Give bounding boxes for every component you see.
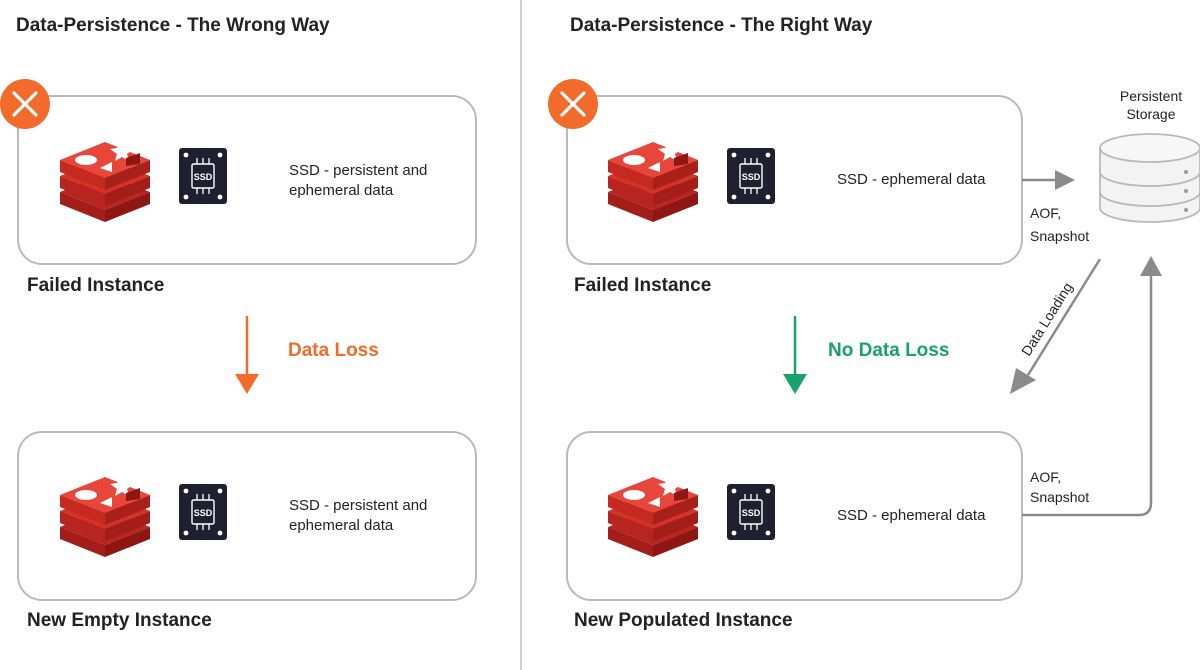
aof-top-line-2: Snapshot [1030,228,1089,244]
storage-label-line-1: Persistent [1120,88,1182,104]
left-failed-instance: SSD SSD - persistent and ephemeral data [17,95,477,265]
right-panel-title: Data-Persistence - The Right Way [570,15,873,36]
fail-x-icon [0,77,52,131]
ssd-chip-label: SSD [194,508,213,518]
ssd-description-line-2: ephemeral data [289,517,394,534]
storage-label-line-2: Storage [1126,106,1175,122]
aof-bottom-line-2: Snapshot [1030,489,1089,505]
database-icon [1099,133,1200,223]
right-failed-instance: SSD SSD - ephemeral data [566,95,1023,265]
diagram-stage: Data-Persistence - The Wrong Way Data-Pe… [0,0,1200,670]
data-loading-arrow [1010,258,1102,394]
right-new-instance: SSD SSD - ephemeral data [566,431,1023,601]
left-top-instance-label: Failed Instance [27,275,164,296]
ssd-chip-icon: SSD [178,483,228,541]
no-data-loss-arrow [783,316,807,394]
left-new-instance: SSD SSD - persistent and ephemeral data [17,431,477,601]
ssd-description-line-2: ephemeral data [289,182,394,199]
ssd-chip-label: SSD [742,172,761,182]
aof-to-storage-arrow [1022,170,1075,190]
data-loss-arrow [235,316,259,394]
ssd-description-line-1: SSD - persistent and [289,162,427,179]
data-loss-label: Data Loss [288,340,379,361]
ssd-chip-label: SSD [742,508,761,518]
aof-top-line-1: AOF, [1030,205,1061,221]
left-panel-title: Data-Persistence - The Wrong Way [16,15,330,36]
fail-x-icon [546,77,600,131]
ssd-chip-label: SSD [194,172,213,182]
diagram-canvas: Data-Persistence - The Wrong Way Data-Pe… [0,0,1200,670]
ssd-description: SSD - ephemeral data [837,171,986,188]
aof-bottom-line-1: AOF, [1030,469,1061,485]
no-data-loss-label: No Data Loss [828,340,949,361]
ssd-description: SSD - ephemeral data [837,507,986,524]
right-top-instance-label: Failed Instance [574,275,711,296]
left-bottom-instance-label: New Empty Instance [27,610,212,631]
ssd-description-line-1: SSD - persistent and [289,497,427,514]
right-bottom-instance-label: New Populated Instance [574,610,793,631]
ssd-chip-icon: SSD [178,147,228,205]
ssd-chip-icon: SSD [726,483,776,541]
ssd-chip-icon: SSD [726,147,776,205]
